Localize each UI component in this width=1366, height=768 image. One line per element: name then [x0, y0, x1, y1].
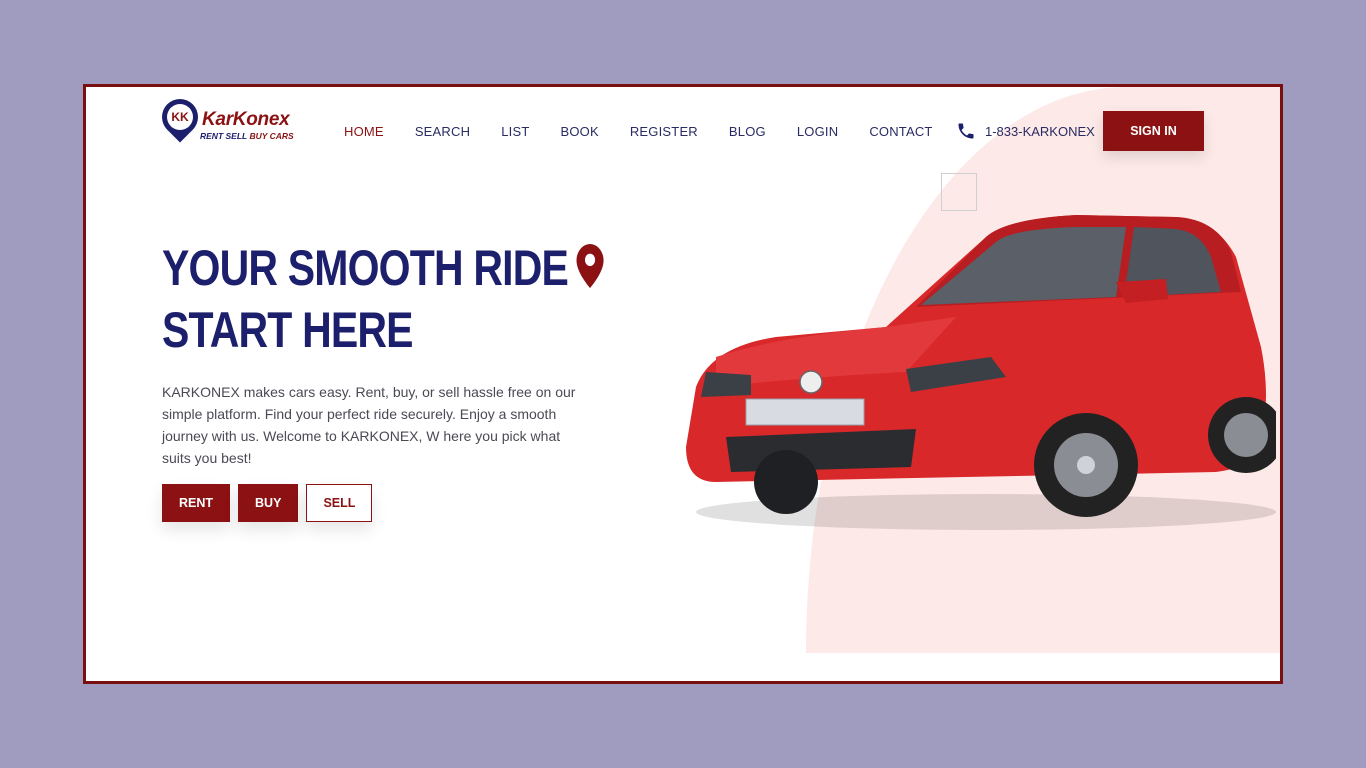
sell-button[interactable]: SELL — [306, 484, 373, 522]
logo-initials: KK — [167, 104, 193, 130]
phone-contact[interactable]: 1-833-KARKONEX — [956, 121, 1095, 141]
phone-number: 1-833-KARKONEX — [985, 123, 1095, 139]
rent-button[interactable]: RENT — [162, 484, 231, 522]
site-header: KK KarKonex RENT SELL BUY CARS HOME SEAR… — [86, 87, 1280, 177]
nav-blog[interactable]: BLOG — [729, 124, 766, 139]
buy-button[interactable]: BUY — [238, 484, 299, 522]
nav-home[interactable]: HOME — [344, 124, 384, 139]
phone-icon — [958, 123, 974, 139]
hero-title-line-1: YOUR SMOOTH RIDE — [162, 240, 569, 296]
nav-register[interactable]: REGISTER — [630, 124, 698, 139]
main-nav: HOME SEARCH LIST BOOK REGISTER BLOG LOGI… — [344, 124, 964, 139]
page-frame: KK KarKonex RENT SELL BUY CARS HOME SEAR… — [83, 84, 1283, 684]
logo-name: KarKonex — [202, 109, 290, 130]
nav-list[interactable]: LIST — [501, 124, 529, 139]
sign-in-button[interactable]: SIGN IN — [1103, 111, 1204, 151]
nav-contact[interactable]: CONTACT — [869, 124, 932, 139]
cta-group: RENT BUY SELL — [162, 484, 373, 522]
nav-book[interactable]: BOOK — [560, 124, 598, 139]
tagline-part-1: RENT SELL — [200, 131, 250, 141]
hero-title-line-2: START HERE — [162, 302, 414, 358]
brand-logo[interactable]: KK KarKonex RENT SELL BUY CARS — [154, 91, 302, 149]
hero-title: YOUR SMOOTH RIDE START HERE — [162, 237, 604, 361]
logo-tagline: RENT SELL BUY CARS — [200, 131, 294, 141]
logo-pin-icon: KK — [154, 91, 206, 143]
nav-search[interactable]: SEARCH — [415, 124, 470, 139]
location-pin-icon — [576, 243, 604, 288]
tagline-part-2: BUY CARS — [249, 131, 294, 141]
hero-car-image — [686, 215, 1276, 530]
hero-description: KARKONEX makes cars easy. Rent, buy, or … — [162, 384, 576, 466]
nav-login[interactable]: LOGIN — [797, 124, 838, 139]
